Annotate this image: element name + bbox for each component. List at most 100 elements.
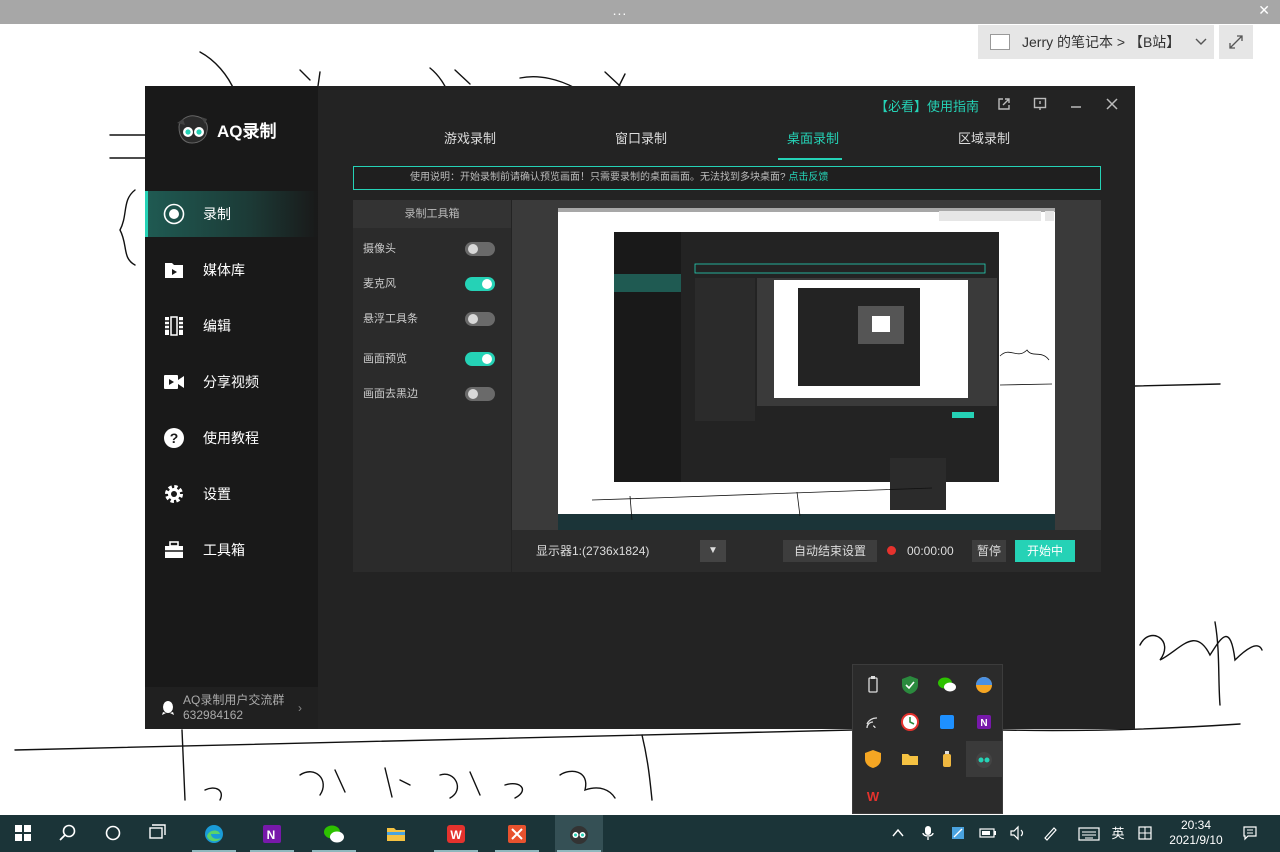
option-microphone: 麦克风 — [363, 275, 495, 293]
app-logo: AQ录制 — [175, 113, 277, 145]
qq-icon — [162, 701, 174, 715]
tab-game-record[interactable]: 游戏录制 — [415, 128, 525, 160]
volume-tray[interactable] — [1006, 815, 1030, 852]
toolbox-icon — [165, 541, 183, 558]
recording-indicator — [887, 546, 896, 555]
folder-icon[interactable] — [900, 749, 920, 769]
keyboard-tray[interactable] — [1074, 815, 1104, 852]
chevron-down-icon[interactable]: ▼ — [700, 540, 726, 562]
taskbar-app-edge[interactable] — [190, 815, 238, 852]
floating-toolbar-toggle[interactable] — [465, 312, 495, 326]
cortana-button[interactable] — [90, 815, 138, 852]
network-icon — [952, 827, 964, 839]
ime-mode[interactable] — [1134, 815, 1156, 852]
record-toolbox: 录制工具箱 摄像头 麦克风 悬浮工具条 画面预览 画面去黑边 — [353, 200, 511, 572]
chevron-down-icon[interactable] — [1188, 35, 1214, 49]
clock-date: 2021/9/10 — [1169, 833, 1223, 847]
close-icon[interactable]: ✕ — [1258, 2, 1270, 19]
taskbar-app-aq-record[interactable] — [555, 815, 603, 852]
start-button[interactable]: 开始中 — [1015, 540, 1075, 562]
guide-link[interactable]: 【必看】使用指南 — [875, 96, 979, 115]
svg-text:?: ? — [170, 430, 179, 446]
usage-notice: 使用说明：开始录制前请确认预览画面！只需要录制的桌面画面。无法找到多块桌面? 点… — [353, 166, 1101, 190]
wps-icon[interactable]: W — [863, 786, 883, 806]
microphone-icon — [922, 826, 934, 840]
sidebar-item-media[interactable]: 媒体库 — [145, 247, 318, 293]
taskbar-app-xmind[interactable] — [493, 815, 541, 852]
minimize-icon[interactable] — [1065, 97, 1087, 115]
preview-toggle[interactable] — [465, 352, 495, 366]
window-controls: 【必看】使用指南 — [875, 96, 1123, 115]
bottle-icon[interactable] — [937, 749, 957, 769]
system-clock[interactable]: 20:34 2021/9/10 — [1160, 818, 1232, 848]
ime-language[interactable]: 英 — [1106, 815, 1130, 852]
preview-image — [558, 208, 1055, 530]
option-label: 摄像头 — [363, 243, 396, 255]
pause-button[interactable]: 暂停 — [972, 540, 1006, 562]
ime-grid-icon — [1138, 826, 1152, 840]
feedback-link[interactable]: 点击反馈 — [788, 172, 828, 183]
taskbar-app-onenote[interactable]: N — [248, 815, 296, 852]
onenote-title-bar: ... ✕ — [0, 0, 1280, 24]
aq-icon[interactable] — [974, 749, 994, 769]
user-group-link[interactable]: AQ录制用户交流群 632984162 › — [145, 687, 318, 729]
network-tray[interactable] — [946, 815, 970, 852]
svg-text:N: N — [980, 718, 987, 729]
taskbar-app-explorer[interactable] — [372, 815, 420, 852]
task-view-button[interactable] — [135, 815, 183, 852]
show-hidden-icons[interactable] — [886, 815, 910, 852]
help-icon: ? — [164, 428, 184, 448]
feedback-icon[interactable] — [1029, 97, 1051, 115]
shield-icon[interactable] — [900, 675, 920, 695]
more-options-icon[interactable]: ... — [600, 2, 640, 18]
start-button[interactable] — [0, 815, 48, 852]
aq-mascot-icon — [177, 115, 208, 144]
microphone-toggle[interactable] — [465, 277, 495, 291]
color-ball-icon[interactable] — [974, 675, 994, 695]
notification-icon — [1243, 826, 1257, 841]
pen-tray[interactable] — [1038, 815, 1062, 852]
onenote-icon[interactable]: N — [974, 712, 994, 732]
tab-window-record[interactable]: 窗口录制 — [586, 128, 696, 160]
wechat-icon[interactable] — [937, 675, 957, 695]
sidebar-item-share[interactable]: 分享视频 — [145, 359, 318, 405]
display-select-value: 显示器1:(2736x1824) — [536, 544, 650, 558]
option-label: 画面预览 — [363, 353, 407, 365]
microphone-tray[interactable] — [916, 815, 940, 852]
xmind-icon — [508, 825, 526, 843]
battery-tray[interactable] — [976, 815, 1000, 852]
wifi-icon[interactable] — [863, 712, 883, 732]
preview-controls: 显示器1:(2736x1824) ▼ 自动结束设置 00:00:00 暂停 开始… — [512, 530, 1101, 572]
camera-toggle[interactable] — [465, 242, 495, 256]
sidebar-item-tutorial[interactable]: ? 使用教程 — [145, 415, 318, 461]
sidebar-item-settings[interactable]: 设置 — [145, 471, 318, 517]
remove-black-border-toggle[interactable] — [465, 387, 495, 401]
group-number: 632984162 — [183, 708, 244, 722]
app-blue-icon[interactable] — [937, 712, 957, 732]
security-icon[interactable] — [863, 749, 883, 769]
page-checkbox[interactable] — [990, 34, 1010, 50]
tab-region-record[interactable]: 区域录制 — [929, 128, 1039, 160]
gear-icon — [165, 485, 183, 503]
option-camera: 摄像头 — [363, 240, 495, 258]
aq-recorder-window: AQ录制 录制 媒体库 编辑 分享视频 ? 使用教程 设置 工具箱 AQ录制用户… — [145, 86, 1135, 729]
taskbar-app-wechat[interactable] — [310, 815, 358, 852]
expand-icon[interactable] — [1219, 25, 1253, 59]
sidebar-item-toolbox[interactable]: 工具箱 — [145, 527, 318, 573]
usb-icon[interactable] — [863, 675, 883, 695]
clock-icon[interactable] — [900, 712, 920, 732]
search-button[interactable] — [45, 815, 93, 852]
share-out-icon[interactable] — [993, 97, 1015, 115]
auto-end-settings-button[interactable]: 自动结束设置 — [783, 540, 877, 562]
close-icon[interactable] — [1101, 97, 1123, 115]
display-select[interactable]: 显示器1:(2736x1824) ▼ — [532, 540, 726, 562]
option-label: 悬浮工具条 — [363, 313, 418, 325]
notifications-button[interactable] — [1238, 815, 1262, 852]
tab-desktop-record[interactable]: 桌面录制 — [758, 128, 868, 160]
edge-icon — [205, 825, 223, 843]
taskbar-app-wps[interactable]: W — [432, 815, 480, 852]
sidebar-item-edit[interactable]: 编辑 — [145, 303, 318, 349]
sidebar-item-record[interactable]: 录制 — [145, 191, 318, 237]
notebook-breadcrumb[interactable]: Jerry 的笔记本 > 【B站】 — [978, 25, 1214, 59]
wps-icon: W — [447, 825, 465, 843]
